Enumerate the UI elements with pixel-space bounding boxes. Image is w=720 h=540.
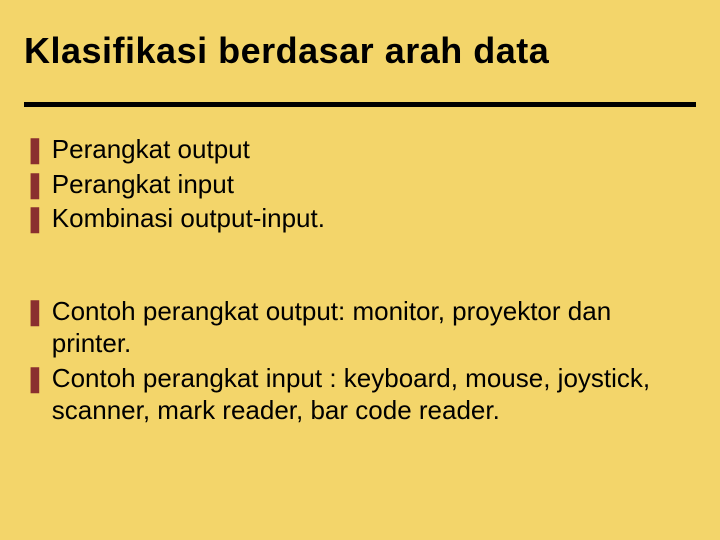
list-item-text: Kombinasi output-input.	[52, 202, 696, 235]
bullet-block-1: ❚ Perangkat output ❚ Perangkat input ❚ K…	[24, 133, 696, 235]
bullet-icon: ❚	[24, 133, 46, 166]
bullet-icon: ❚	[24, 295, 46, 328]
list-item: ❚ Contoh perangkat input : keyboard, mou…	[24, 362, 696, 427]
list-item-text: Contoh perangkat output: monitor, proyek…	[52, 295, 696, 360]
list-item: ❚ Perangkat output	[24, 133, 696, 166]
list-item-text: Perangkat output	[52, 133, 696, 166]
title-underline	[24, 102, 696, 107]
bullet-icon: ❚	[24, 362, 46, 395]
bullet-block-2: ❚ Contoh perangkat output: monitor, proy…	[24, 295, 696, 427]
bullet-icon: ❚	[24, 202, 46, 235]
list-item-text: Contoh perangkat input : keyboard, mouse…	[52, 362, 696, 427]
slide-title: Klasifikasi berdasar arah data	[24, 30, 696, 82]
list-item: ❚ Perangkat input	[24, 168, 696, 201]
list-item: ❚ Kombinasi output-input.	[24, 202, 696, 235]
list-item: ❚ Contoh perangkat output: monitor, proy…	[24, 295, 696, 360]
list-item-text: Perangkat input	[52, 168, 696, 201]
bullet-icon: ❚	[24, 168, 46, 201]
